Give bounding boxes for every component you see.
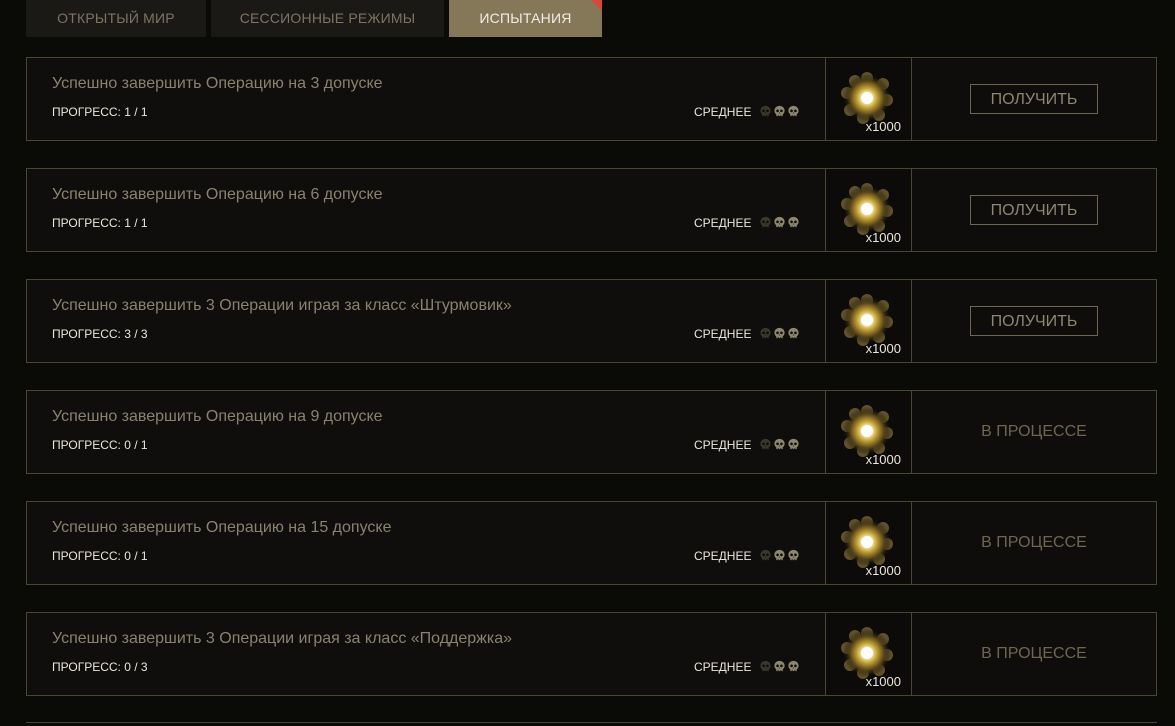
challenge-info: Успешно завершить 3 Операции играя за кл… <box>27 613 825 695</box>
difficulty-label: СРЕДНЕЕ <box>694 549 752 563</box>
difficulty-skulls <box>759 549 801 563</box>
challenge-info: Успешно завершить Операцию на 15 допуске… <box>27 502 825 584</box>
difficulty-label: СРЕДНЕЕ <box>694 216 752 230</box>
skull-icon <box>773 438 786 451</box>
skull-icon <box>759 660 772 673</box>
skull-icon <box>759 438 772 451</box>
claim-button[interactable]: ПОЛУЧИТЬ <box>970 195 1098 225</box>
skull-icon <box>787 216 800 229</box>
challenge-card: Успешно завершить Операцию на 9 допуске П… <box>26 390 1157 474</box>
skull-icon <box>759 549 772 562</box>
skull-icon <box>787 438 800 451</box>
reward-quantity: x1000 <box>865 341 901 356</box>
difficulty-label: СРЕДНЕЕ <box>694 660 752 674</box>
reward-quantity: x1000 <box>865 563 901 578</box>
reward-slot: x1000 <box>825 169 912 251</box>
challenge-card: Успешно завершить Операцию на 3 допуске П… <box>26 57 1157 141</box>
reward-slot: x1000 <box>825 58 912 140</box>
challenge-progress: ПРОГРЕСС: 0 / 1 <box>52 549 148 563</box>
challenge-title: Успешно завершить 3 Операции играя за кл… <box>52 630 513 647</box>
challenge-progress: ПРОГРЕСС: 1 / 1 <box>52 216 148 230</box>
in-progress-status: В ПРОЦЕССЕ <box>981 645 1087 662</box>
challenge-title: Успешно завершить Операцию на 15 допуске <box>52 519 392 536</box>
skull-icon <box>773 549 786 562</box>
challenge-title: Успешно завершить Операцию на 9 допуске <box>52 408 383 425</box>
skull-icon <box>773 660 786 673</box>
tab-label: ИСПЫТАНИЯ <box>479 10 572 26</box>
difficulty-label: СРЕДНЕЕ <box>694 438 752 452</box>
tab-open-world[interactable]: ОТКРЫТЫЙ МИР <box>26 0 206 37</box>
challenge-card: Успешно завершить Операцию на 6 допуске П… <box>26 168 1157 252</box>
challenge-card: Успешно завершить 3 Операции играя за кл… <box>26 612 1157 696</box>
challenge-progress: ПРОГРЕСС: 3 / 3 <box>52 327 148 341</box>
skull-icon <box>787 105 800 118</box>
reward-quantity: x1000 <box>865 674 901 689</box>
difficulty-skulls <box>759 105 801 119</box>
reward-quantity: x1000 <box>865 452 901 467</box>
challenge-progress: ПРОГРЕСС: 0 / 1 <box>52 438 148 452</box>
next-card-edge <box>26 722 1157 726</box>
difficulty-label: СРЕДНЕЕ <box>694 327 752 341</box>
challenge-info: Успешно завершить Операцию на 9 допуске П… <box>27 391 825 473</box>
challenge-info: Успешно завершить Операцию на 6 допуске П… <box>27 169 825 251</box>
skull-icon <box>759 216 772 229</box>
tab-label: СЕССИОННЫЕ РЕЖИМЫ <box>239 10 416 26</box>
skull-icon <box>773 216 786 229</box>
reward-quantity: x1000 <box>865 119 901 134</box>
challenge-action: ПОЛУЧИТЬ <box>912 58 1156 140</box>
challenge-action: В ПРОЦЕССЕ <box>912 502 1156 584</box>
challenge-action: В ПРОЦЕССЕ <box>912 391 1156 473</box>
challenge-info: Успешно завершить Операцию на 3 допуске П… <box>27 58 825 140</box>
in-progress-status: В ПРОЦЕССЕ <box>981 534 1087 551</box>
challenge-card: Успешно завершить 3 Операции играя за кл… <box>26 279 1157 363</box>
skull-icon <box>773 327 786 340</box>
skull-icon <box>787 660 800 673</box>
skull-icon <box>787 327 800 340</box>
reward-quantity: x1000 <box>865 230 901 245</box>
tab-label: ОТКРЫТЫЙ МИР <box>57 10 175 26</box>
reward-slot: x1000 <box>825 391 912 473</box>
skull-icon <box>787 549 800 562</box>
difficulty-skulls <box>759 327 801 341</box>
notification-corner-icon <box>591 0 602 11</box>
challenge-action: ПОЛУЧИТЬ <box>912 169 1156 251</box>
tab-session-modes[interactable]: СЕССИОННЫЕ РЕЖИМЫ <box>211 0 444 37</box>
skull-icon <box>759 327 772 340</box>
challenge-card: Успешно завершить Операцию на 15 допуске… <box>26 501 1157 585</box>
difficulty-label: СРЕДНЕЕ <box>694 105 752 119</box>
difficulty-skulls <box>759 660 801 674</box>
reward-slot: x1000 <box>825 280 912 362</box>
skull-icon <box>773 105 786 118</box>
challenge-info: Успешно завершить 3 Операции играя за кл… <box>27 280 825 362</box>
difficulty-skulls <box>759 438 801 452</box>
reward-slot: x1000 <box>825 613 912 695</box>
challenge-progress: ПРОГРЕСС: 0 / 3 <box>52 660 148 674</box>
challenge-action: В ПРОЦЕССЕ <box>912 613 1156 695</box>
difficulty-skulls <box>759 216 801 230</box>
tab-challenges[interactable]: ИСПЫТАНИЯ <box>449 0 602 37</box>
challenge-title: Успешно завершить Операцию на 3 допуске <box>52 75 383 92</box>
reward-slot: x1000 <box>825 502 912 584</box>
skull-icon <box>759 105 772 118</box>
challenge-title: Успешно завершить 3 Операции играя за кл… <box>52 297 512 314</box>
challenge-action: ПОЛУЧИТЬ <box>912 280 1156 362</box>
challenge-title: Успешно завершить Операцию на 6 допуске <box>52 186 383 203</box>
claim-button[interactable]: ПОЛУЧИТЬ <box>970 84 1098 114</box>
claim-button[interactable]: ПОЛУЧИТЬ <box>970 306 1098 336</box>
challenge-progress: ПРОГРЕСС: 1 / 1 <box>52 105 148 119</box>
in-progress-status: В ПРОЦЕССЕ <box>981 423 1087 440</box>
